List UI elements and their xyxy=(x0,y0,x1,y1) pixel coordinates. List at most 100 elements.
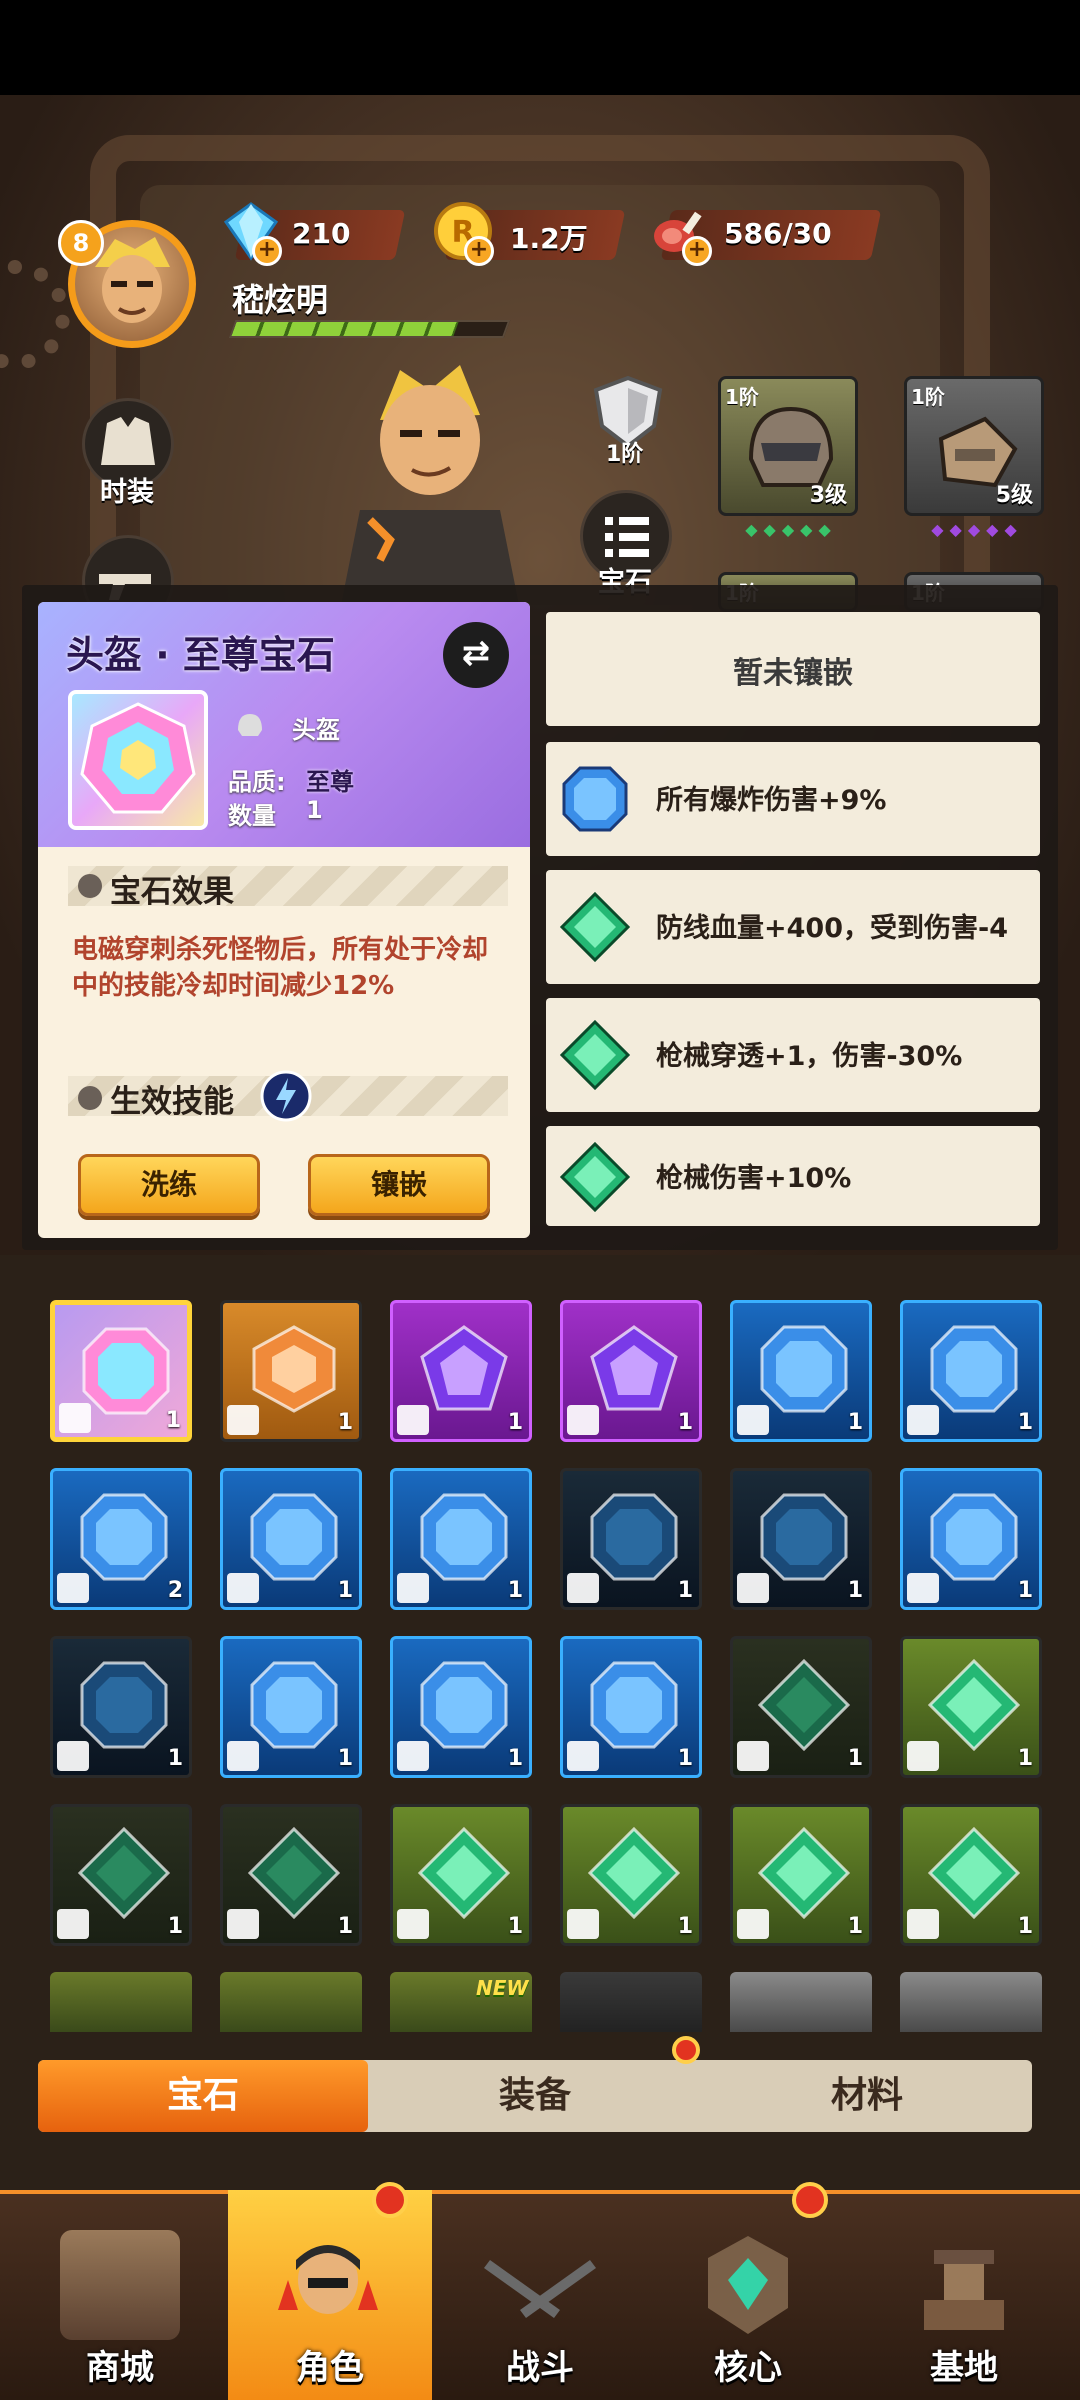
glove-icon xyxy=(567,1741,599,1771)
green-dim-gem-icon xyxy=(78,1827,170,1919)
inventory-cell-partial[interactable] xyxy=(220,1972,362,2032)
inventory-cell[interactable]: 1 xyxy=(560,1636,702,1778)
blue-gem-icon xyxy=(930,1325,1018,1413)
character-notification-dot xyxy=(372,2182,408,2218)
nav-shop[interactable]: 商城 xyxy=(12,2190,228,2400)
count-label: 数量 xyxy=(228,802,276,830)
inventory-cell[interactable]: 1 xyxy=(220,1804,362,1946)
inventory-cell[interactable]: 1 xyxy=(390,1468,532,1610)
effect-bullet-icon xyxy=(78,874,102,898)
blue-gem-icon xyxy=(420,1493,508,1581)
blue-gem-icon xyxy=(250,1661,338,1749)
helmet-icon xyxy=(238,714,262,736)
socket-green-gem[interactable]: 枪械穿透+1，伤害-30% xyxy=(546,998,1040,1112)
glove-icon xyxy=(567,1405,599,1435)
inventory-cell-partial[interactable] xyxy=(730,1972,872,2032)
inventory-cell[interactable]: 1 xyxy=(50,1804,192,1946)
rainbow-gem-icon xyxy=(82,1327,170,1415)
tab-gem[interactable]: 宝石 xyxy=(38,2060,368,2132)
socket-text: 枪械伤害+10% xyxy=(656,1163,852,1194)
inlay-button[interactable]: 镶嵌 xyxy=(308,1154,490,1216)
green-gem-icon xyxy=(560,1020,630,1090)
lightning-skill-icon[interactable] xyxy=(260,1070,312,1122)
nav-base[interactable]: 基地 xyxy=(856,2190,1072,2400)
nav-base-label: 基地 xyxy=(930,2348,998,2388)
inventory-cell[interactable]: 1 xyxy=(390,1804,532,1946)
helmet-icon xyxy=(57,1573,89,1603)
helmet-equipment-slot[interactable]: 1阶 3级 ◆◆◆◆◆ xyxy=(718,376,858,539)
item-count: 1 xyxy=(677,1578,693,1603)
inventory-cell[interactable]: 1 xyxy=(50,1636,192,1778)
pants-icon xyxy=(57,1741,89,1771)
inventory-cell[interactable]: 1 xyxy=(730,1804,872,1946)
armor-icon xyxy=(227,1573,259,1603)
inventory-cell[interactable]: 1 xyxy=(220,1300,362,1442)
socket-text: 暂未镶嵌 xyxy=(733,656,853,691)
inventory-cell[interactable]: 1 xyxy=(390,1636,532,1778)
equipment-notification-dot xyxy=(672,2036,700,2064)
tab-material[interactable]: 材料 xyxy=(702,2060,1032,2132)
pants-icon xyxy=(227,1405,259,1435)
green-gem-icon xyxy=(588,1827,680,1919)
inventory-cell[interactable]: 1 xyxy=(560,1804,702,1946)
inventory-cell[interactable]: 1 xyxy=(390,1300,532,1442)
item-count: 1 xyxy=(677,1410,693,1435)
inventory-cell[interactable]: 1 xyxy=(730,1300,872,1442)
inventory-cell[interactable]: 1 xyxy=(560,1300,702,1442)
glove-equipment-slot[interactable]: 1阶 5级 ◆◆◆◆◆ xyxy=(904,376,1044,539)
item-count: 1 xyxy=(337,1410,353,1435)
inventory-cell[interactable]: 1 xyxy=(900,1804,1042,1946)
slot-gem-dots: ◆◆◆◆◆ xyxy=(931,520,1023,539)
add-gold-button[interactable]: + xyxy=(464,236,494,266)
item-count: 1 xyxy=(337,1578,353,1603)
nav-battle[interactable]: 战斗 xyxy=(432,2190,648,2400)
nav-character[interactable]: 角色 xyxy=(228,2190,432,2400)
socket-empty[interactable]: 暂未镶嵌 xyxy=(546,612,1040,726)
green-gem-icon xyxy=(758,1827,850,1919)
inventory-cell[interactable]: 1 xyxy=(50,1300,192,1442)
inventory-cell[interactable]: 1 xyxy=(730,1468,872,1610)
crossed-guns-icon xyxy=(484,2260,596,2318)
green-gem-icon xyxy=(928,1827,1020,1919)
inventory-cell[interactable]: 1 xyxy=(900,1636,1042,1778)
item-count: 1 xyxy=(847,1410,863,1435)
tab-equipment[interactable]: 装备 xyxy=(370,2060,700,2132)
inventory-cell[interactable]: 2 xyxy=(50,1468,192,1610)
inventory-cell[interactable]: 1 xyxy=(560,1468,702,1610)
inventory-cell[interactable]: 1 xyxy=(900,1468,1042,1610)
socket-green-gem[interactable]: 防线血量+400，受到伤害-4 xyxy=(546,870,1040,984)
green-dim-gem-icon xyxy=(758,1659,850,1751)
socket-green-gem[interactable]: 枪械伤害+10% xyxy=(546,1126,1040,1226)
food-count: 586/30 xyxy=(724,217,832,250)
blue-dim-gem-icon xyxy=(80,1661,168,1749)
character-icon xyxy=(278,2245,378,2314)
item-count: 1 xyxy=(1017,1914,1033,1939)
inventory-cell[interactable]: 1 xyxy=(900,1300,1042,1442)
inventory-cell[interactable]: 1 xyxy=(220,1636,362,1778)
inventory-cell[interactable]: 1 xyxy=(730,1636,872,1778)
add-food-button[interactable]: + xyxy=(682,236,712,266)
armor-icon xyxy=(227,1909,259,1939)
inventory-cell[interactable]: 1 xyxy=(220,1468,362,1610)
item-count: 1 xyxy=(847,1578,863,1603)
supreme-gem-icon xyxy=(80,702,196,814)
socket-blue-gem[interactable]: 所有爆炸伤害+9% xyxy=(546,742,1040,856)
inventory-cell-partial[interactable] xyxy=(560,1972,702,2032)
swap-icon[interactable]: ⇄ xyxy=(443,622,509,688)
blue-gem-icon xyxy=(930,1493,1018,1581)
gem-detail-title: 头盔 · 至尊宝石 xyxy=(66,633,335,677)
item-count: 1 xyxy=(337,1746,353,1771)
inventory-cell-partial[interactable] xyxy=(900,1972,1042,2032)
nav-core[interactable]: 核心 xyxy=(640,2190,856,2400)
slot-gem-dots: ◆◆◆◆◆ xyxy=(745,520,837,539)
blue-gem-icon xyxy=(562,766,628,832)
item-count: 1 xyxy=(337,1914,353,1939)
item-count: 1 xyxy=(847,1914,863,1939)
nav-core-label: 核心 xyxy=(714,2348,782,2388)
inventory-cell-partial[interactable] xyxy=(50,1972,192,2032)
add-diamond-button[interactable]: + xyxy=(252,236,282,266)
quality-label: 品质: xyxy=(228,768,286,796)
item-count: 1 xyxy=(165,1408,181,1433)
effect-description: 电磁穿刺杀死怪物后，所有处于冷却中的技能冷却时间减少12% xyxy=(72,935,489,1001)
refine-button[interactable]: 洗练 xyxy=(78,1154,260,1216)
